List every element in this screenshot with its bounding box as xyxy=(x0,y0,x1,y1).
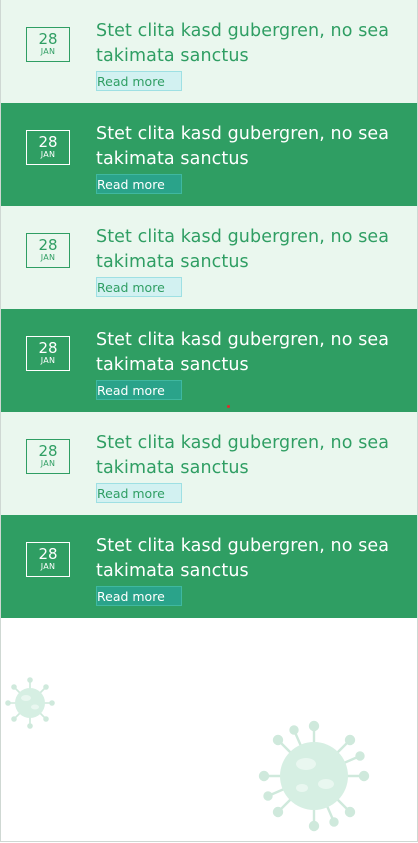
read-more-link[interactable]: Read more xyxy=(96,483,182,503)
date-badge: 28 JAN xyxy=(26,130,70,165)
list-item: 28 JAN Stet clita kasd gubergren, no sea… xyxy=(1,412,417,515)
news-title: Stet clita kasd gubergren, no sea takima… xyxy=(96,124,390,169)
read-more-link[interactable]: Read more xyxy=(96,71,182,91)
news-list: 28 JAN Stet clita kasd gubergren, no sea… xyxy=(1,0,417,618)
news-title: Stet clita kasd gubergren, no sea takima… xyxy=(96,536,390,581)
read-more-link[interactable]: Read more xyxy=(96,277,182,297)
date-badge: 28 JAN xyxy=(26,439,70,474)
virus-icon xyxy=(5,677,55,729)
date-badge: 28 JAN xyxy=(26,233,70,268)
list-item: 28 JAN Stet clita kasd gubergren, no sea… xyxy=(1,515,417,618)
date-day: 28 xyxy=(38,545,58,563)
list-item: 28 JAN Stet clita kasd gubergren, no sea… xyxy=(1,206,417,309)
date-day: 28 xyxy=(38,339,58,357)
date-day: 28 xyxy=(38,236,58,254)
news-title: Stet clita kasd gubergren, no sea takima… xyxy=(96,330,390,375)
date-badge: 28 JAN xyxy=(26,27,70,62)
date-badge: 28 JAN xyxy=(26,542,70,577)
date-month: JAN xyxy=(40,150,56,159)
news-title: Stet clita kasd gubergren, no sea takima… xyxy=(96,433,390,478)
read-more-link[interactable]: Read more xyxy=(96,380,182,400)
date-month: JAN xyxy=(40,459,56,468)
list-item: 28 JAN Stet clita kasd gubergren, no sea… xyxy=(1,103,417,206)
list-item: 28 JAN Stet clita kasd gubergren, no sea… xyxy=(1,0,417,103)
date-badge: 28 JAN xyxy=(26,336,70,371)
read-more-link[interactable]: Read more xyxy=(96,586,182,606)
date-day: 28 xyxy=(38,133,58,151)
list-item: 28 JAN Stet clita kasd gubergren, no sea… xyxy=(1,309,417,412)
read-more-link[interactable]: Read more xyxy=(96,174,182,194)
news-title: Stet clita kasd gubergren, no sea takima… xyxy=(96,227,390,272)
date-month: JAN xyxy=(40,253,56,262)
virus-icon xyxy=(258,720,370,832)
date-month: JAN xyxy=(40,562,56,571)
date-day: 28 xyxy=(38,442,58,460)
date-month: JAN xyxy=(40,47,56,56)
date-month: JAN xyxy=(40,356,56,365)
cursor-dot xyxy=(227,405,230,408)
date-day: 28 xyxy=(38,30,58,48)
news-title: Stet clita kasd gubergren, no sea takima… xyxy=(96,21,390,66)
